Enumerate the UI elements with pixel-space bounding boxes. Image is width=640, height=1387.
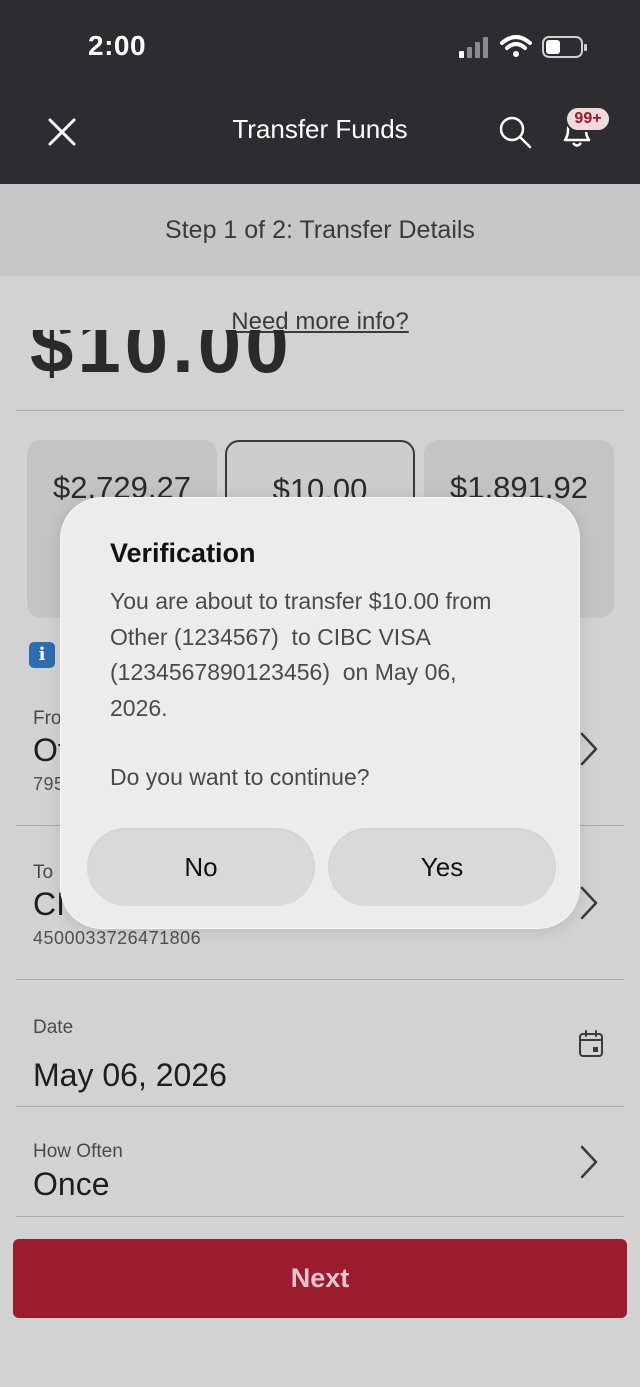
divider bbox=[16, 979, 624, 980]
chevron-right-icon[interactable] bbox=[578, 1143, 600, 1181]
next-button[interactable]: Next bbox=[13, 1239, 627, 1318]
from-label: Fro bbox=[33, 708, 62, 729]
search-icon[interactable] bbox=[496, 112, 534, 152]
top-bar bbox=[0, 0, 640, 184]
how-often-label: How Often bbox=[33, 1141, 123, 1162]
yes-button[interactable]: Yes bbox=[328, 828, 556, 906]
info-icon[interactable]: i bbox=[29, 642, 55, 668]
page-title: Transfer Funds bbox=[232, 114, 408, 144]
to-label: To bbox=[33, 862, 54, 883]
dialog-message-line: Other (1234567) to CIBC VISA bbox=[110, 623, 431, 650]
dialog-question: Do you want to continue? bbox=[110, 764, 370, 790]
no-button[interactable]: No bbox=[87, 828, 315, 906]
date-value[interactable]: May 06, 2026 bbox=[33, 1057, 227, 1094]
date-label: Date bbox=[33, 1017, 74, 1038]
dialog-title: Verification bbox=[110, 538, 256, 568]
step-indicator: Step 1 of 2: Transfer Details bbox=[165, 216, 475, 244]
dialog-message-line: 2026. bbox=[110, 694, 168, 721]
amount-value: $10.00 bbox=[30, 330, 293, 388]
dialog-message-line: (1234567890123456) on May 06, bbox=[110, 659, 457, 685]
chevron-right-icon[interactable] bbox=[578, 730, 600, 768]
chevron-right-icon[interactable] bbox=[578, 884, 600, 922]
divider bbox=[16, 1216, 624, 1217]
divider bbox=[16, 1106, 624, 1107]
status-time: 2:00 bbox=[88, 30, 147, 61]
cellular-signal-icon bbox=[459, 37, 488, 58]
dialog-message-line: You are about to transfer $10.00 from bbox=[110, 588, 492, 614]
notification-badge: 99+ bbox=[565, 106, 611, 132]
to-account-number: 4500033726471806 bbox=[33, 928, 202, 948]
battery-icon bbox=[542, 36, 587, 58]
verification-dialog: Verification You are about to transfer $… bbox=[60, 497, 580, 929]
dialog-message: You are about to transfer $10.00 from Ot… bbox=[110, 584, 550, 726]
wifi-icon bbox=[500, 35, 532, 57]
amount-display: $10.00 bbox=[30, 330, 330, 388]
divider bbox=[16, 410, 624, 411]
how-often-value: Once bbox=[33, 1166, 110, 1202]
calendar-icon[interactable] bbox=[578, 1030, 604, 1058]
